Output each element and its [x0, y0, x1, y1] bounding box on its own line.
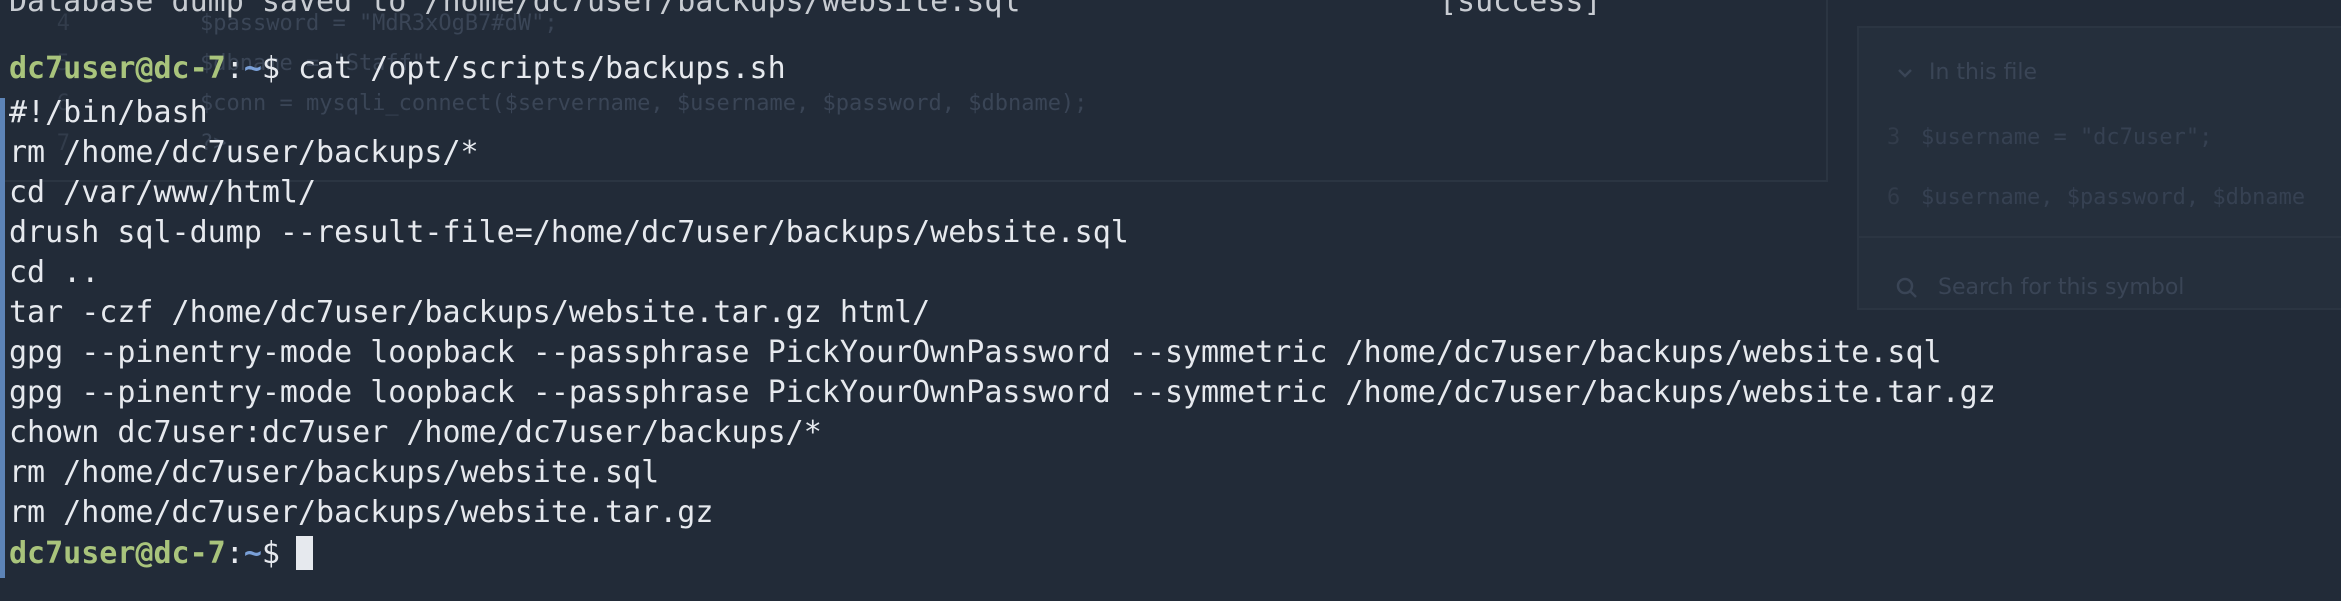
script-output-line: rm /home/dc7user/backups/* [9, 135, 479, 170]
entered-command: cat /opt/scripts/backups.sh [298, 51, 786, 86]
status-badge: [success] [1439, 0, 1602, 19]
prompt-path: ~ [243, 51, 262, 86]
prompt-user-host: dc7user@dc-7 [9, 536, 226, 571]
script-output-line: tar -czf /home/dc7user/backups/website.t… [9, 295, 931, 330]
terminal-output-line: Database dump saved to /home/dc7user/bac… [9, 0, 1602, 22]
script-output-line: gpg --pinentry-mode loopback --passphras… [9, 375, 1996, 410]
script-output-line: cd .. [9, 255, 100, 290]
active-prompt-line[interactable]: dc7user@dc-7:~$ [9, 534, 313, 574]
prompt-symbol: $ [261, 51, 280, 86]
script-output-line: rm /home/dc7user/backups/website.tar.gz [9, 495, 714, 530]
script-output-line: chown dc7user:dc7user /home/dc7user/back… [9, 415, 822, 450]
script-output-line: drush sql-dump --result-file=/home/dc7us… [9, 215, 1129, 250]
command-prompt-line: dc7user@dc-7:~$ cat /opt/scripts/backups… [9, 51, 786, 86]
prompt-symbol: $ [261, 536, 280, 571]
script-output-line: rm /home/dc7user/backups/website.sql [9, 455, 660, 490]
text-cursor [295, 535, 313, 570]
script-output-line: gpg --pinentry-mode loopback --passphras… [9, 335, 1942, 370]
script-output-line: cd /var/www/html/ [9, 175, 317, 210]
terminal-window[interactable]: Database dump saved to /home/dc7user/bac… [0, 0, 2341, 601]
prompt-user-host: dc7user@dc-7 [9, 51, 226, 86]
prompt-path: ~ [243, 536, 262, 571]
script-output-line: #!/bin/bash [9, 95, 208, 130]
selection-gutter-bar [0, 98, 5, 578]
